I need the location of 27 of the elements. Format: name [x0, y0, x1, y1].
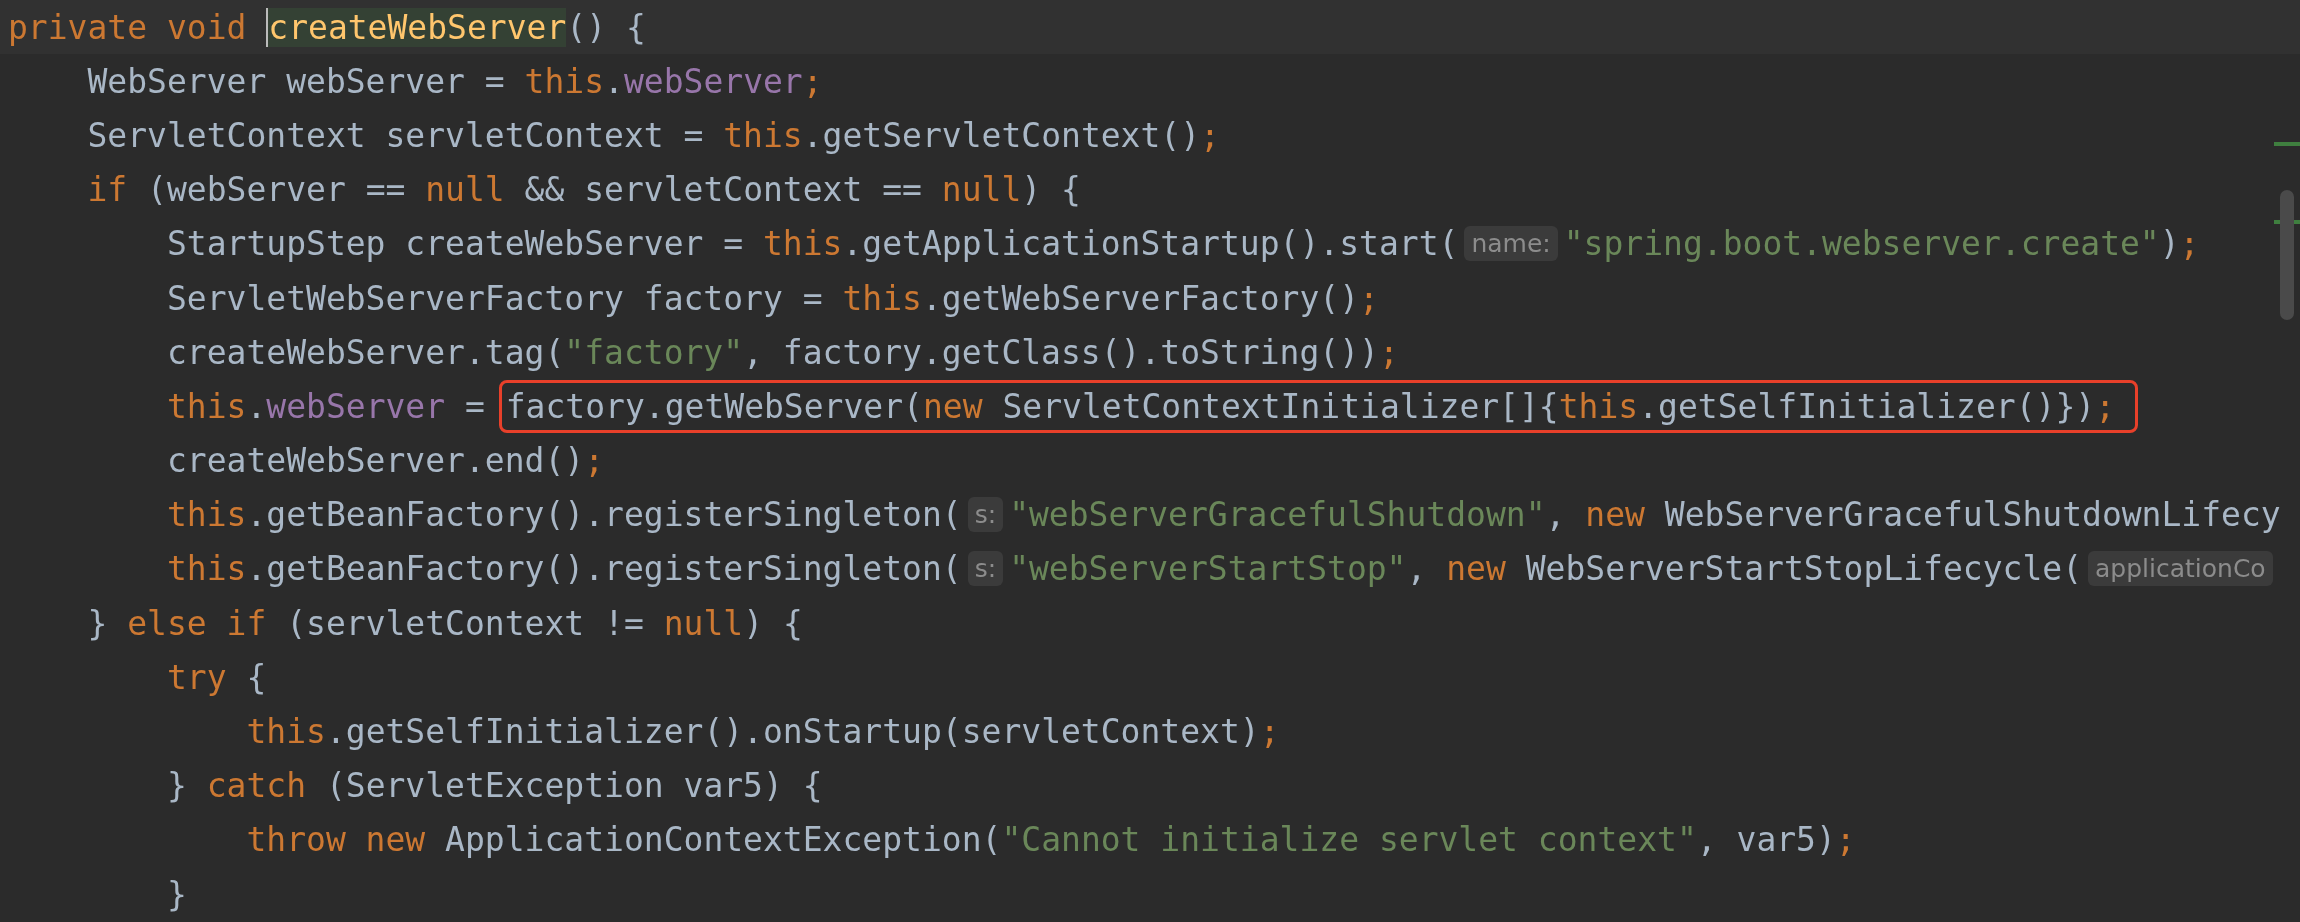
- change-marker: [2274, 142, 2300, 146]
- code-text: this.webServer =: [165, 386, 486, 426]
- code-text: private void createWebServer() {: [8, 7, 646, 47]
- code-text: this.getBeanFactory().registerSingleton(: [165, 495, 962, 535]
- code-text: if (webServer == null && servletContext == null) {: [86, 170, 1081, 210]
- code-text: createWebServer.tag("factory", factory.getClass().toString());: [165, 332, 1399, 372]
- parameter-hint: s:: [967, 551, 1004, 587]
- code-text: this.getSelfInitializer().onStartup(servletContext);: [245, 712, 1280, 752]
- code-text: throw new ApplicationContextException("Cannot initialize servlet context", var5);: [245, 820, 1856, 860]
- code-text: "webServerStartStop", new WebServerStartStopLifecycle(: [1009, 549, 2082, 589]
- code-text: }: [165, 874, 187, 914]
- code-text: createWebServer.end();: [165, 441, 605, 481]
- code-text: WebServer webServer = this.webServer;: [86, 61, 823, 101]
- code-text: ServletContext servletContext = this.getServletContext();: [86, 115, 1220, 155]
- parameter-hint: s:: [967, 497, 1004, 533]
- code-text: ServletWebServerFactory factory = this.getWebServerFactory();: [165, 278, 1379, 318]
- code-text: try {: [165, 657, 267, 697]
- code-text: } catch (ServletException var5) {: [165, 766, 823, 806]
- parameter-hint: name:: [1464, 226, 1558, 262]
- parameter-hint: applicationCo: [2088, 551, 2273, 587]
- code-text: this.getBeanFactory().registerSingleton(: [165, 549, 962, 589]
- code-text: StartupStep createWebServer = this.getApplicationStartup().start(: [165, 224, 1459, 264]
- scrollbar-thumb[interactable]: [2280, 190, 2294, 320]
- code-text: } else if (servletContext != null) {: [86, 603, 803, 643]
- code-text: factory.getWebServer(new ServletContextInitializer[]{this.getSelfInitializer()});: [505, 386, 2116, 426]
- code-text: "webServerGracefulShutdown", new WebServerGracefulShutdownLifecy: [1009, 495, 2281, 535]
- code-text: "spring.boot.webserver.create");: [1563, 224, 2200, 264]
